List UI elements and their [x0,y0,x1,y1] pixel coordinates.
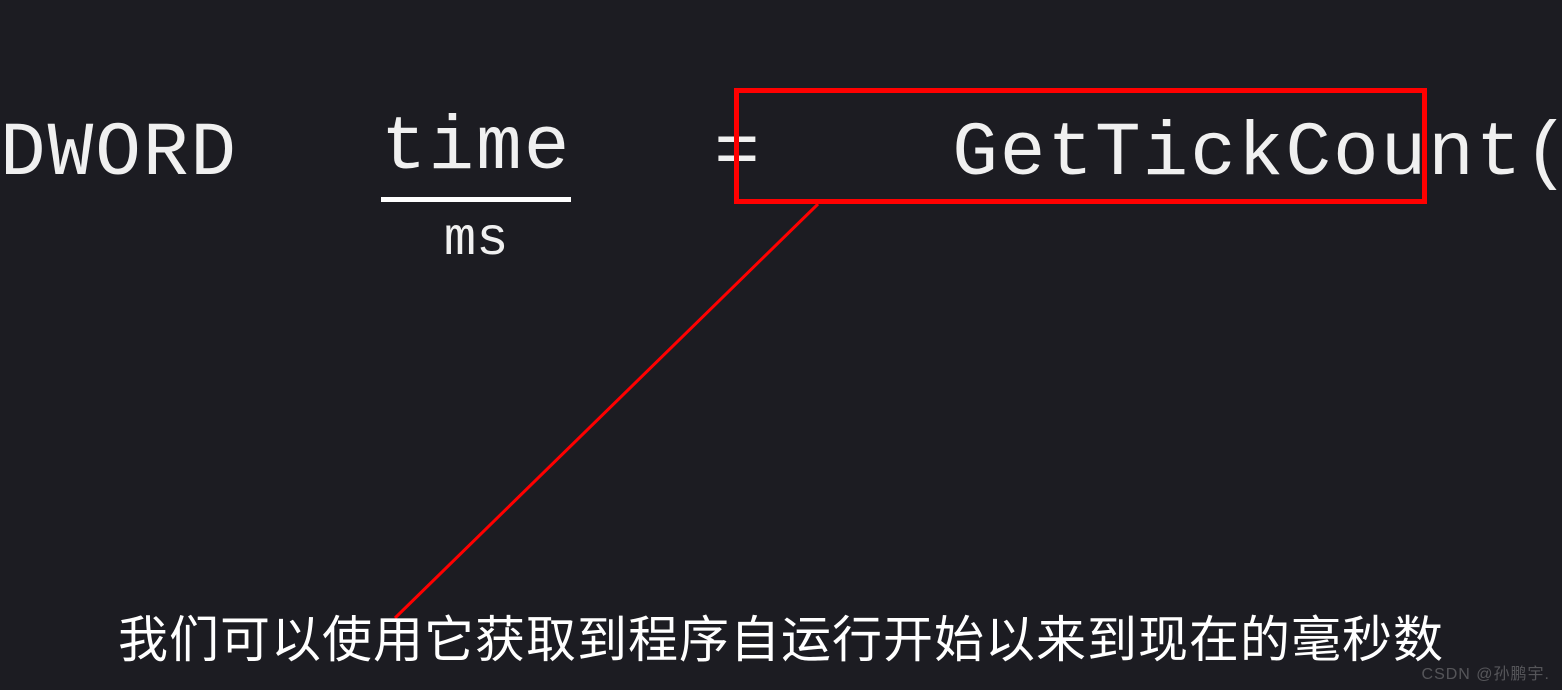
code-line: DWORD time ms = GetTickCount() [0,105,1562,202]
code-variable-wrap: time ms [381,105,571,202]
space-1 [286,111,334,197]
caption-text: 我们可以使用它获取到程序自运行开始以来到现在的毫秒数 [0,600,1562,672]
code-function-call: GetTickCount() [952,111,1562,197]
code-variable-name: time [381,105,571,191]
watermark-text: CSDN @孙鹏宇. [1422,660,1550,684]
callout-arrow [0,0,1562,690]
code-equals: = [714,111,762,197]
code-type-keyword: DWORD [0,111,238,197]
space-3 [809,111,904,197]
variable-unit-label: ms [444,210,509,271]
diagram-stage: DWORD time ms = GetTickCount() 我们可以使用它获取… [0,0,1562,690]
variable-underline [381,197,571,202]
space-2 [619,111,667,197]
